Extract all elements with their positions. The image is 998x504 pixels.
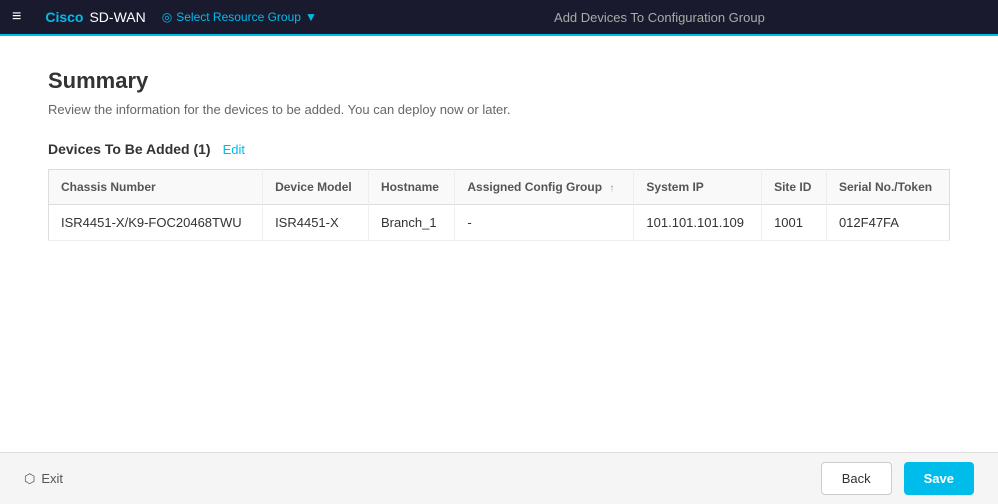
resource-group-selector[interactable]: ◎ Select Resource Group ▼ <box>162 10 317 24</box>
table-header-row: Chassis Number Device Model Hostname Ass… <box>49 170 950 205</box>
col-site-id: Site ID <box>762 170 827 205</box>
exit-link[interactable]: ⬡ Exit <box>24 471 63 487</box>
cell-hostname: Branch_1 <box>368 205 454 241</box>
section-header: Devices To Be Added (1) Edit <box>48 141 950 157</box>
col-system-ip: System IP <box>634 170 762 205</box>
location-icon: ◎ <box>162 10 172 24</box>
col-config-group: Assigned Config Group ↑ <box>455 170 634 205</box>
chevron-down-icon: ▼ <box>305 10 317 24</box>
col-model: Device Model <box>263 170 369 205</box>
col-serial: Serial No./Token <box>826 170 949 205</box>
footer-buttons: Back Save <box>821 462 974 495</box>
cell-chassis: ISR4451-X/K9-FOC20468TWU <box>49 205 263 241</box>
sdwan-brand: SD-WAN <box>89 9 145 25</box>
page-title: Summary <box>48 68 950 94</box>
cisco-brand: Cisco <box>45 9 83 25</box>
main-content: Summary Review the information for the d… <box>0 36 998 452</box>
page-subtitle: Review the information for the devices t… <box>48 102 950 117</box>
sort-icon[interactable]: ↑ <box>609 183 614 194</box>
back-button[interactable]: Back <box>821 462 892 495</box>
col-hostname: Hostname <box>368 170 454 205</box>
exit-label: Exit <box>41 471 63 486</box>
col-chassis: Chassis Number <box>49 170 263 205</box>
devices-table: Chassis Number Device Model Hostname Ass… <box>48 169 950 241</box>
top-navigation: ≡ Cisco SD-WAN ◎ Select Resource Group ▼… <box>0 0 998 36</box>
cell-config_group: - <box>455 205 634 241</box>
footer: ⬡ Exit Back Save <box>0 452 998 504</box>
section-title: Devices To Be Added (1) <box>48 141 211 157</box>
exit-icon: ⬡ <box>24 471 35 487</box>
cell-model: ISR4451-X <box>263 205 369 241</box>
page-breadcrumb-title: Add Devices To Configuration Group <box>333 10 986 25</box>
edit-link[interactable]: Edit <box>223 142 245 157</box>
app-logo: Cisco SD-WAN <box>45 9 145 25</box>
cell-system_ip: 101.101.101.109 <box>634 205 762 241</box>
hamburger-icon[interactable]: ≡ <box>12 8 21 26</box>
resource-group-label: Select Resource Group <box>176 10 301 24</box>
save-button[interactable]: Save <box>904 462 974 495</box>
cell-serial: 012F47FA <box>826 205 949 241</box>
cell-site_id: 1001 <box>762 205 827 241</box>
table-row: ISR4451-X/K9-FOC20468TWUISR4451-XBranch_… <box>49 205 950 241</box>
